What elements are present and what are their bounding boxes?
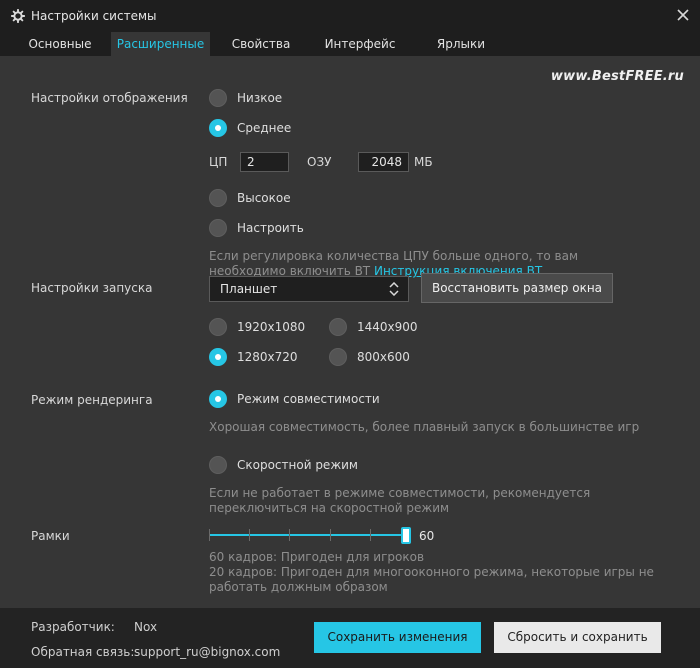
radio-label: 800x600 xyxy=(357,350,410,364)
slider-tick xyxy=(209,529,210,541)
radio-render-compat[interactable]: Режим совместимости xyxy=(209,390,409,410)
slider-tick xyxy=(249,529,250,541)
cpu-field[interactable]: 2 xyxy=(240,152,289,172)
ram-field[interactable]: 2048 xyxy=(358,152,409,172)
frames-hint-20: 20 кадров: Пригоден для многооконного ре… xyxy=(209,565,654,594)
developer-value: Nox xyxy=(134,620,158,634)
radio-circle xyxy=(209,456,227,474)
render-mode-label: Режим рендеринга xyxy=(31,393,153,407)
frames-hint-60: 60 кадров: Пригоден для игроков xyxy=(209,550,425,564)
cpu-label: ЦП xyxy=(209,155,228,169)
frames-value: 60 xyxy=(419,529,435,543)
restore-window-size-button[interactable]: Восстановить размер окна xyxy=(421,273,613,303)
tab-interface[interactable]: Интерфейс xyxy=(312,32,408,56)
radio-circle xyxy=(329,348,347,366)
slider-tick xyxy=(370,529,371,541)
radio-res-1440x900[interactable]: 1440x900 xyxy=(329,318,439,338)
radio-res-1920x1080[interactable]: 1920x1080 xyxy=(209,318,319,338)
frames-label: Рамки xyxy=(31,529,70,543)
gear-icon xyxy=(11,9,25,23)
watermark: www.BestFREE.ru xyxy=(550,69,684,84)
footer: Разработчик: Nox Обратная связь: support… xyxy=(0,608,700,668)
tab-advanced[interactable]: Расширенные xyxy=(111,32,210,56)
slider-tick xyxy=(289,529,290,541)
radio-circle xyxy=(209,318,227,336)
tab-properties[interactable]: Свойства xyxy=(216,32,306,56)
slider-tick xyxy=(330,529,331,541)
radio-circle xyxy=(209,89,227,107)
feedback-label: Обратная связь: xyxy=(31,645,135,659)
radio-label: 1280x720 xyxy=(237,350,298,364)
radio-quality-custom[interactable]: Настроить xyxy=(209,219,329,239)
frames-slider[interactable] xyxy=(209,524,411,546)
speed-hint: Если не работает в режиме совместимости,… xyxy=(209,486,591,515)
tab-basic[interactable]: Основные xyxy=(14,32,106,56)
tab-shortcuts[interactable]: Ярлыки xyxy=(416,32,506,56)
radio-circle-selected xyxy=(209,390,227,408)
radio-label: Скоростной режим xyxy=(237,458,358,472)
close-icon[interactable] xyxy=(677,9,689,21)
radio-quality-medium[interactable]: Среднее xyxy=(209,119,329,139)
radio-render-speed[interactable]: Скоростной режим xyxy=(209,456,409,476)
slider-track xyxy=(209,534,407,536)
slider-thumb[interactable] xyxy=(401,527,411,544)
radio-circle-selected xyxy=(209,348,227,366)
radio-circle-selected xyxy=(209,119,227,137)
developer-label: Разработчик: xyxy=(31,620,115,634)
reset-and-save-button[interactable]: Сбросить и сохранить xyxy=(494,622,661,653)
chevron-updown-icon xyxy=(389,282,399,296)
radio-quality-low[interactable]: Низкое xyxy=(209,89,329,109)
radio-circle xyxy=(329,318,347,336)
radio-label: 1440x900 xyxy=(357,320,418,334)
radio-label: Низкое xyxy=(237,91,283,105)
startup-settings-label: Настройки запуска xyxy=(31,281,153,295)
radio-label: 1920x1080 xyxy=(237,320,306,334)
title-bar: Настройки системы xyxy=(0,0,700,32)
save-changes-button[interactable]: Сохранить изменения xyxy=(314,622,481,653)
window-title: Настройки системы xyxy=(31,9,157,23)
radio-res-1280x720[interactable]: 1280x720 xyxy=(209,348,319,368)
compat-hint: Хорошая совместимость, более плавный зап… xyxy=(209,420,640,434)
frames-hint: 60 кадров: Пригоден для игроков 20 кадро… xyxy=(209,550,659,595)
display-settings-label: Настройки отображения xyxy=(31,91,188,105)
radio-res-800x600[interactable]: 800x600 xyxy=(329,348,439,368)
radio-circle xyxy=(209,189,227,207)
radio-label: Режим совместимости xyxy=(237,392,380,406)
settings-panel: www.BestFREE.ru Настройки отображения Ни… xyxy=(0,56,700,608)
tab-bar: Основные Расширенные Свойства Интерфейс … xyxy=(0,32,700,56)
feedback-value: support_ru@bignox.com xyxy=(134,645,281,659)
radio-label: Высокое xyxy=(237,191,291,205)
radio-label: Среднее xyxy=(237,121,292,135)
device-select-value: Планшет xyxy=(220,282,278,296)
ram-unit: МБ xyxy=(414,155,433,169)
radio-label: Настроить xyxy=(237,221,304,235)
device-select[interactable]: Планшет xyxy=(209,276,409,302)
radio-circle xyxy=(209,219,227,237)
ram-label: ОЗУ xyxy=(307,155,332,169)
radio-quality-high[interactable]: Высокое xyxy=(209,189,329,209)
